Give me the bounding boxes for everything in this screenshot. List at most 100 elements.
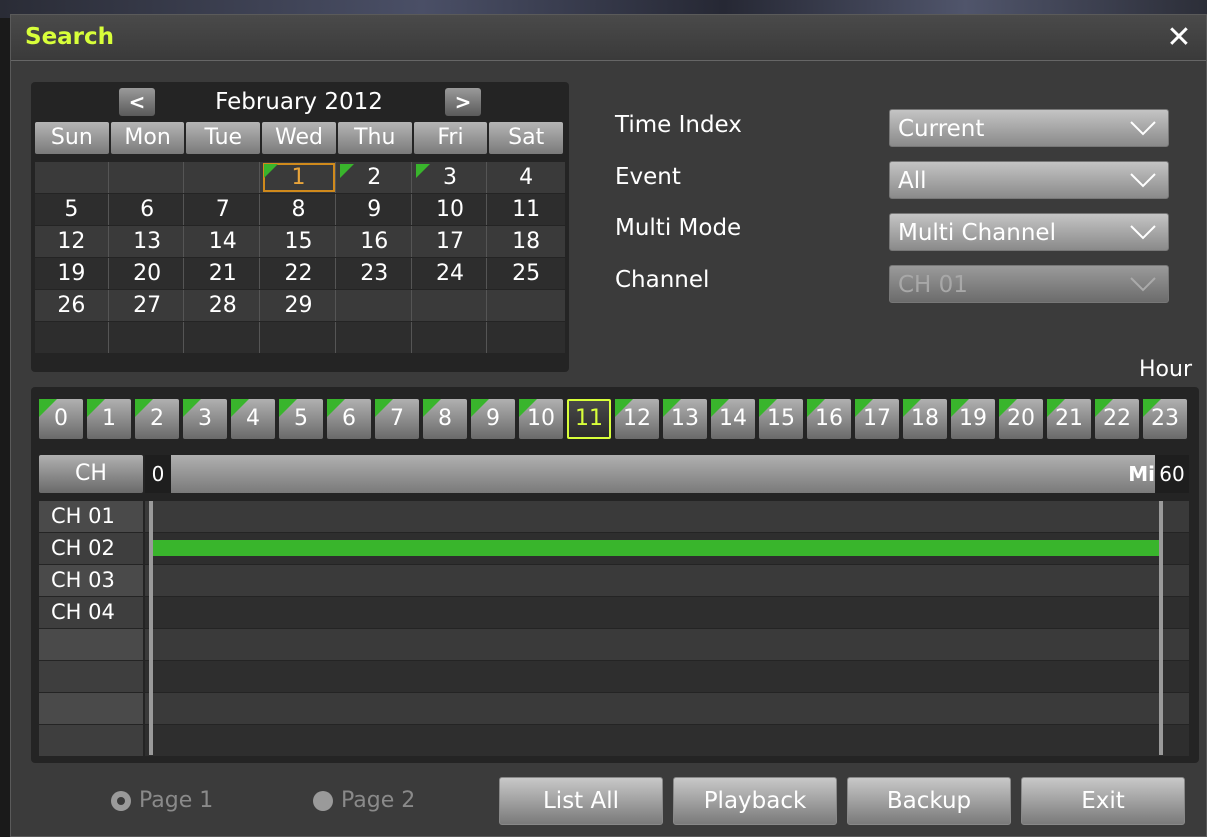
playback-button[interactable]: Playback [673, 777, 837, 825]
exit-button[interactable]: Exit [1021, 777, 1185, 825]
multi-mode-dropdown[interactable]: Multi Channel [889, 213, 1169, 251]
hour-button[interactable]: 21 [1047, 399, 1091, 439]
calendar-day[interactable]: 24 [414, 258, 488, 289]
channel-value: CH 01 [898, 272, 968, 298]
hour-button[interactable]: 19 [951, 399, 995, 439]
hour-button[interactable]: 0 [39, 399, 83, 439]
hour-button[interactable]: 7 [375, 399, 419, 439]
calendar-day[interactable]: 9 [338, 194, 412, 225]
calendar-empty-cell [111, 162, 185, 193]
time-index-dropdown[interactable]: Current [889, 109, 1169, 147]
calendar-day[interactable]: 3 [414, 162, 488, 193]
calendar-day[interactable]: 12 [35, 226, 109, 257]
calendar-day[interactable]: 16 [338, 226, 412, 257]
hour-button[interactable]: 5 [279, 399, 323, 439]
close-icon[interactable]: ✕ [1162, 21, 1196, 55]
end-cursor[interactable] [1159, 501, 1163, 755]
calendar-empty-cell [262, 322, 336, 353]
calendar-day[interactable]: 18 [489, 226, 563, 257]
hour-button[interactable]: 15 [759, 399, 803, 439]
weekday-header-cell: Sun [35, 122, 109, 154]
hour-button[interactable]: 14 [711, 399, 755, 439]
calendar-day[interactable]: 26 [35, 290, 109, 321]
recording-bar[interactable] [153, 540, 1163, 556]
weekday-header-cell: Fri [413, 122, 488, 154]
title-bar: Search ✕ [11, 15, 1206, 61]
event-dropdown[interactable]: All [889, 161, 1169, 199]
minute-end: 60 [1155, 455, 1189, 493]
time-index-value: Current [898, 116, 985, 142]
calendar-grid: 1 2 3 4 5 6 7 8 9 10 11 12 13 14 15 16 17 18 19 20 21 22 23 24 2… [35, 162, 565, 362]
page-2-radio[interactable]: Page 2 [313, 788, 415, 813]
calendar-day[interactable]: 8 [262, 194, 336, 225]
calendar-day[interactable]: 10 [414, 194, 488, 225]
start-cursor[interactable] [149, 501, 153, 755]
channel-row[interactable]: CH 04 [39, 597, 143, 628]
calendar-empty-cell [186, 322, 261, 353]
hour-button[interactable]: 6 [327, 399, 371, 439]
multi-mode-value: Multi Channel [898, 220, 1056, 246]
hour-button[interactable]: 1 [87, 399, 131, 439]
hour-button[interactable]: 20 [999, 399, 1043, 439]
calendar-day[interactable]: 11 [489, 194, 563, 225]
channel-row[interactable]: CH 01 [39, 501, 143, 532]
calendar-day[interactable]: 6 [111, 194, 185, 225]
page-1-label: Page 1 [139, 788, 214, 813]
calendar-day[interactable]: 19 [35, 258, 109, 289]
hour-button[interactable]: 9 [471, 399, 515, 439]
hour-button[interactable]: 2 [135, 399, 179, 439]
list-all-button[interactable]: List All [499, 777, 663, 825]
channel-empty-row [39, 725, 143, 756]
calendar-day[interactable]: 17 [414, 226, 488, 257]
calendar-day[interactable]: 5 [35, 194, 109, 225]
chevron-down-icon [1130, 121, 1156, 136]
hour-button[interactable]: 13 [663, 399, 707, 439]
channel-row[interactable]: CH 02 [39, 533, 143, 564]
hour-selector: 0 1 2 3 4 5 6 7 8 9 10 11 12 13 14 15 16 17 18 19 20 21 22 23 [39, 399, 1191, 441]
channel-row[interactable]: CH 03 [39, 565, 143, 596]
calendar-day[interactable]: 14 [186, 226, 261, 257]
calendar-day[interactable]: 20 [111, 258, 185, 289]
calendar-day[interactable]: 15 [262, 226, 336, 257]
prev-month-button[interactable]: < [119, 88, 155, 116]
hour-button[interactable]: 18 [903, 399, 947, 439]
event-value: All [898, 168, 927, 194]
calendar-day[interactable]: 7 [186, 194, 261, 225]
calendar-day[interactable]: 4 [489, 162, 563, 193]
calendar-day[interactable]: 2 [338, 162, 412, 193]
hour-button[interactable]: 12 [615, 399, 659, 439]
hour-button[interactable]: 11 [567, 399, 611, 439]
calendar-day[interactable]: 23 [338, 258, 412, 289]
weekday-header-cell: Wed [262, 122, 336, 154]
page-1-radio[interactable]: Page 1 [111, 788, 213, 813]
calendar-day[interactable]: 28 [186, 290, 261, 321]
calendar-day[interactable]: 1 [262, 162, 336, 193]
hour-button[interactable]: 10 [519, 399, 563, 439]
channel-track [145, 565, 1189, 596]
hour-button[interactable]: 16 [807, 399, 851, 439]
hour-button[interactable]: 4 [231, 399, 275, 439]
channel-track [145, 725, 1189, 756]
calendar-week-row [35, 322, 565, 353]
timeline-panel: 0 1 2 3 4 5 6 7 8 9 10 11 12 13 14 15 16 17 18 19 20 21 22 23 C… [31, 387, 1199, 763]
recording-tracks[interactable] [145, 501, 1189, 756]
hour-button[interactable]: 17 [855, 399, 899, 439]
next-month-button[interactable]: > [445, 88, 481, 116]
hour-button[interactable]: 22 [1095, 399, 1139, 439]
calendar-day[interactable]: 13 [111, 226, 185, 257]
hour-button[interactable]: 23 [1143, 399, 1187, 439]
hour-button[interactable]: 3 [183, 399, 227, 439]
channel-track [145, 629, 1189, 660]
backup-button[interactable]: Backup [847, 777, 1011, 825]
calendar-empty-cell [338, 322, 412, 353]
calendar-day[interactable]: 27 [111, 290, 185, 321]
calendar-day[interactable]: 29 [262, 290, 336, 321]
hour-button[interactable]: 8 [423, 399, 467, 439]
chevron-down-icon [1130, 225, 1156, 240]
calendar-day[interactable]: 21 [186, 258, 261, 289]
channel-track [145, 693, 1189, 724]
calendar-day[interactable]: 22 [262, 258, 336, 289]
search-dialog: Search ✕ < February 2012 > Sun Mon Tue Wed T… [10, 14, 1207, 837]
calendar-day[interactable]: 25 [489, 258, 563, 289]
calendar-week-row: 26 27 28 29 [35, 290, 565, 321]
